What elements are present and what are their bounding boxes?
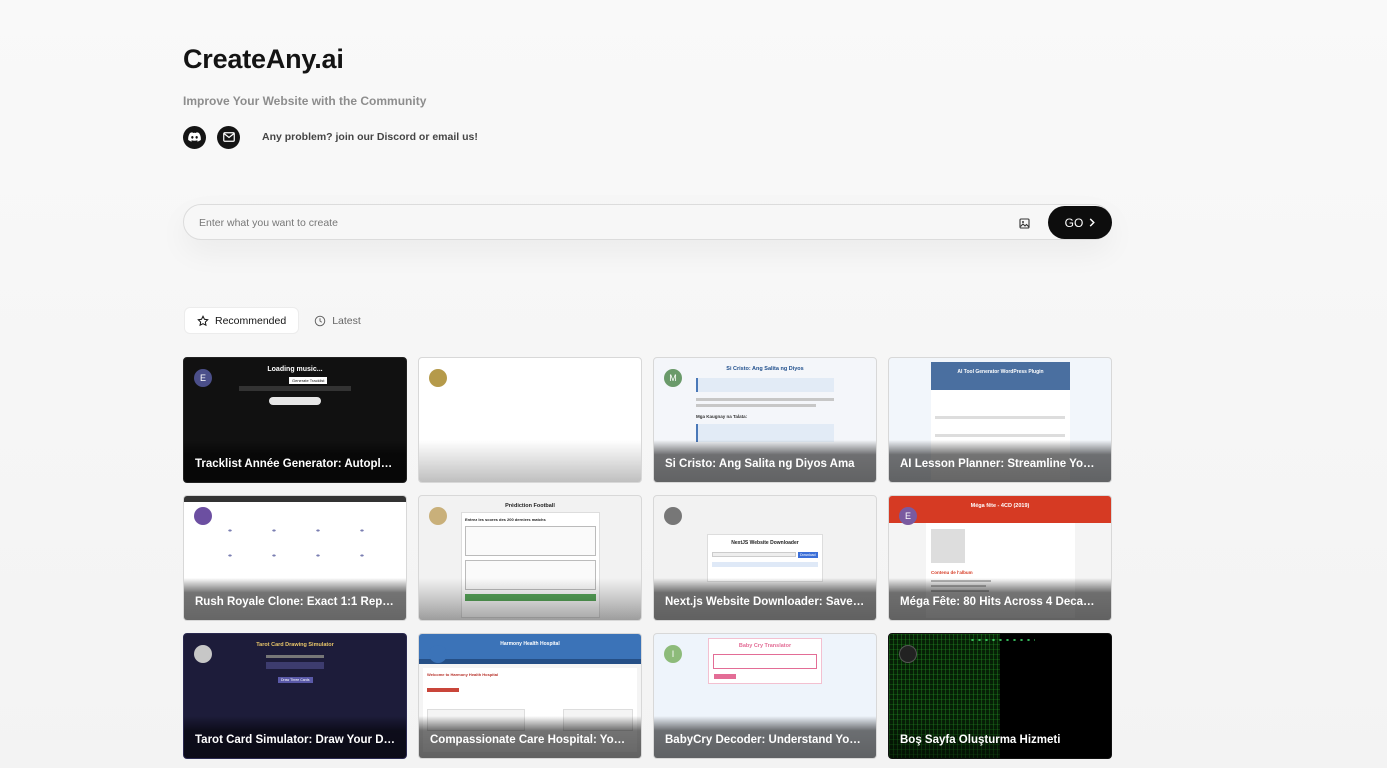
project-grid: Loading music... Generate Tracklist E Tr… — [183, 357, 1112, 759]
avatar: E — [194, 369, 212, 387]
preview-subheading: Entrez les scores des 200 derniers match… — [465, 517, 546, 522]
preview-heading: AI Tool Generator WordPress Plugin — [957, 369, 1044, 375]
preview-heading: Harmony Health Hospital — [500, 641, 560, 647]
card-title: Compassionate Care Hospital: Your Health… — [430, 734, 630, 746]
preview-button: Generate Tracklist — [289, 377, 328, 384]
tagline: Improve Your Website with the Community — [183, 94, 427, 108]
preview-subheading: Contenu de l'album — [931, 570, 973, 575]
project-card[interactable]: Rush Royale Clone: Exact 1:1 Replica — [183, 495, 407, 621]
avatar: M — [664, 369, 682, 387]
tab-latest-label: Latest — [332, 314, 361, 327]
avatar: E — [899, 507, 917, 525]
preview-heading: Loading music... — [267, 366, 323, 373]
project-card[interactable]: AI Tool Generator WordPress Plugin AI Le… — [888, 357, 1112, 483]
contact-row: Any problem? join our Discord or email u… — [183, 125, 478, 149]
tab-latest[interactable]: Latest — [302, 308, 373, 333]
avatar — [194, 645, 212, 663]
avatar: I — [664, 645, 682, 663]
preview-button: Draw Three Cards — [278, 677, 313, 683]
preview-heading: Baby Cry Translator — [738, 643, 792, 649]
preview-heading: Méga fête - 4CD (2019) — [970, 503, 1030, 509]
card-title: Si Cristo: Ang Salita ng Diyos Ama — [665, 458, 855, 470]
avatar — [429, 645, 447, 663]
prompt-bar: GO — [183, 204, 1112, 240]
project-card[interactable]: NextJS Website Downloader Download Next.… — [653, 495, 877, 621]
avatar — [429, 507, 447, 525]
preview-heading: Tarot Card Drawing Simulator — [256, 642, 334, 648]
brand-title: CreateAny.ai — [183, 44, 344, 74]
preview-heading: NextJS Website Downloader — [731, 540, 799, 546]
preview-heading: Prédiction Football — [505, 503, 555, 509]
card-title: Méga Fête: 80 Hits Across 4 Decades — [900, 596, 1100, 608]
card-title: AI Lesson Planner: Streamline Your Teach… — [900, 458, 1100, 470]
project-card[interactable]: Si Cristo: Ang Salita ng Diyos Mga Kaugn… — [653, 357, 877, 483]
contact-text: Any problem? join our Discord or email u… — [262, 131, 478, 143]
project-card[interactable]: Boş Sayfa Oluşturma Hizmeti — [888, 633, 1112, 759]
card-title: Tracklist Année Generator: Autoplay Feat… — [195, 458, 395, 470]
avatar — [429, 369, 447, 387]
project-card[interactable]: Tarot Card Drawing Simulator Draw Three … — [183, 633, 407, 759]
star-icon — [197, 314, 209, 326]
go-button-label: GO — [1064, 215, 1084, 230]
tab-recommended[interactable]: Recommended — [185, 308, 299, 333]
card-title: Rush Royale Clone: Exact 1:1 Replica — [195, 596, 395, 608]
feed-tabs: Recommended Latest — [185, 308, 373, 333]
chevron-right-icon — [1090, 218, 1096, 227]
clock-icon — [314, 315, 326, 326]
avatar — [899, 645, 917, 663]
go-button[interactable]: GO — [1048, 206, 1112, 239]
project-card[interactable]: Méga fête - 4CD (2019) Contenu de l'albu… — [888, 495, 1112, 621]
card-title: BabyCry Decoder: Understand Your Baby's … — [665, 734, 865, 746]
project-card[interactable]: Loading music... Generate Tracklist E Tr… — [183, 357, 407, 483]
prompt-input[interactable] — [199, 212, 999, 234]
project-card[interactable]: Prédiction Football Entrez les scores de… — [418, 495, 642, 621]
card-title: Tarot Card Simulator: Draw Your Destiny — [195, 734, 395, 746]
preview-subheading: Welcome to Harmony Health Hospital — [427, 672, 499, 677]
avatar — [194, 507, 212, 525]
card-title: Boş Sayfa Oluşturma Hizmeti — [900, 734, 1061, 746]
discord-icon[interactable] — [183, 125, 206, 149]
preview-subheading: Mga Kaugnay na Talata: — [696, 414, 748, 419]
image-upload-icon[interactable] — [1017, 216, 1031, 230]
preview-heading: Si Cristo: Ang Salita ng Diyos — [726, 366, 804, 372]
project-card[interactable] — [418, 357, 642, 483]
tab-recommended-label: Recommended — [215, 314, 287, 327]
avatar — [664, 507, 682, 525]
card-title: Next.js Website Downloader: Save Sites E… — [665, 596, 865, 608]
preview-button: Download — [798, 552, 818, 558]
mail-icon[interactable] — [217, 125, 240, 149]
project-card[interactable]: Harmony Health Hospital Welcome to Harmo… — [418, 633, 642, 759]
project-card[interactable]: Baby Cry Translator I BabyCry Decoder: U… — [653, 633, 877, 759]
